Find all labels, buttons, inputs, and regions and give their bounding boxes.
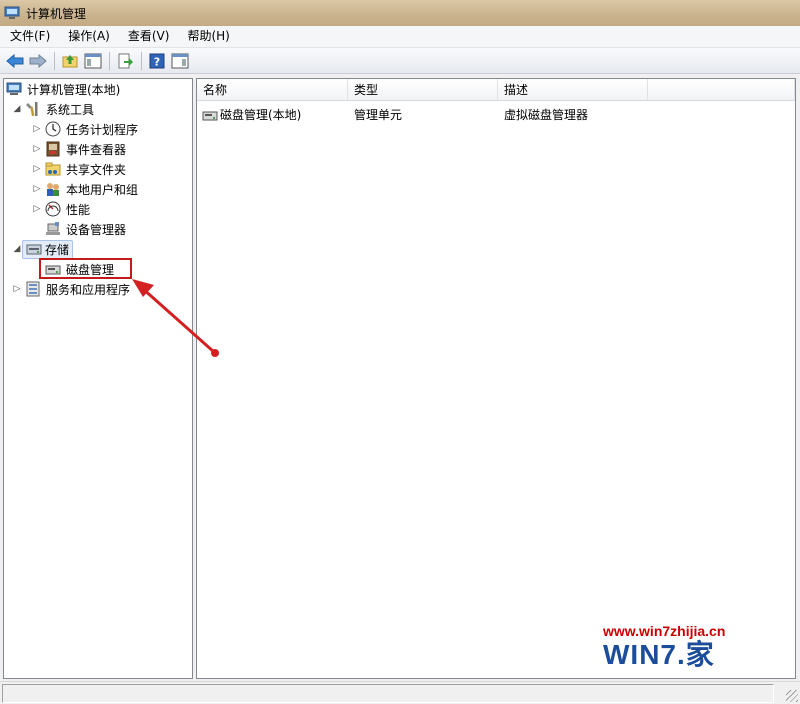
cell-name: 磁盘管理(本地) bbox=[220, 108, 302, 122]
tree-item-storage[interactable]: ◢ 存储 bbox=[12, 239, 74, 259]
watermark-url: www.win7zhijia.cn bbox=[603, 623, 726, 639]
column-header-empty bbox=[648, 79, 795, 101]
tree-item-services-apps[interactable]: ▷ 服务和应用程序 bbox=[12, 279, 132, 299]
resize-grip-icon[interactable] bbox=[786, 690, 798, 702]
tree-label: 性能 bbox=[66, 202, 91, 217]
show-hide-action-pane-button[interactable] bbox=[169, 50, 191, 72]
properties-icon bbox=[171, 53, 189, 68]
svg-text:?: ? bbox=[154, 55, 160, 68]
back-button[interactable] bbox=[4, 50, 26, 72]
expanded-arrow-icon[interactable]: ◢ bbox=[12, 244, 22, 254]
menu-file[interactable]: 文件(F) bbox=[2, 26, 58, 47]
status-bar bbox=[0, 681, 800, 704]
computer-management-icon bbox=[4, 6, 20, 19]
computer-management-icon bbox=[6, 82, 22, 95]
tree-label: 共享文件夹 bbox=[66, 162, 127, 177]
clock-icon bbox=[45, 121, 61, 137]
collapsed-arrow-icon[interactable]: ▷ bbox=[32, 184, 42, 194]
device-manager-icon bbox=[46, 222, 60, 235]
up-one-level-button[interactable] bbox=[59, 50, 81, 72]
status-cell bbox=[2, 684, 774, 703]
tree-item-event-viewer[interactable]: ▷ 事件查看器 bbox=[32, 139, 128, 159]
tree-label: 本地用户和组 bbox=[66, 182, 139, 197]
help-button[interactable]: ? bbox=[146, 50, 168, 72]
tools-icon bbox=[26, 102, 38, 117]
users-icon bbox=[47, 183, 59, 196]
menu-action[interactable]: 操作(A) bbox=[60, 26, 118, 47]
storage-selection: 存储 bbox=[22, 239, 74, 259]
column-header-name[interactable]: 名称 bbox=[197, 79, 348, 101]
forward-icon bbox=[29, 53, 47, 68]
export-list-button[interactable] bbox=[114, 50, 136, 72]
menu-bar: 文件(F) 操作(A) 查看(V) 帮助(H) bbox=[0, 26, 800, 48]
list-item[interactable]: 磁盘管理(本地) 管理单元 虚拟磁盘管理器 bbox=[197, 105, 795, 125]
tree-label: 服务和应用程序 bbox=[46, 282, 131, 297]
show-hide-tree-icon bbox=[84, 53, 102, 68]
show-hide-console-tree-button[interactable] bbox=[82, 50, 104, 72]
watermark-logo: WIN7.家 bbox=[603, 639, 715, 670]
event-viewer-icon bbox=[46, 141, 60, 157]
forward-button[interactable] bbox=[27, 50, 49, 72]
toolbar-separator bbox=[109, 51, 110, 70]
tree-item-system-tools[interactable]: ◢ 系统工具 bbox=[12, 99, 96, 119]
disk-management-icon bbox=[202, 111, 218, 121]
tree-item-local-users[interactable]: ▷ 本地用户和组 bbox=[32, 179, 140, 199]
tree-label: 存储 bbox=[45, 242, 70, 257]
collapsed-arrow-icon[interactable]: ▷ bbox=[32, 124, 42, 134]
collapsed-arrow-icon[interactable]: ▷ bbox=[12, 284, 22, 294]
collapsed-arrow-icon[interactable]: ▷ bbox=[32, 204, 42, 214]
services-icon bbox=[26, 281, 40, 297]
up-folder-icon bbox=[62, 54, 78, 67]
title-bar: 计算机管理 bbox=[0, 0, 800, 26]
tree-label: 事件查看器 bbox=[66, 142, 127, 157]
console-tree: 计算机管理(本地) ◢ 系统工具 ▷ 任务计划程序 ▷ 事件查看器 ▷ 共享文件… bbox=[3, 78, 193, 679]
back-icon bbox=[6, 53, 24, 68]
tree-item-performance[interactable]: ▷ 性能 bbox=[32, 199, 92, 219]
tree-label: 任务计划程序 bbox=[66, 122, 139, 137]
cell-description: 虚拟磁盘管理器 bbox=[504, 108, 589, 122]
tree-label: 计算机管理(本地) bbox=[27, 82, 121, 97]
tree-item-device-manager[interactable]: 设备管理器 bbox=[42, 219, 128, 239]
tree-label: 设备管理器 bbox=[66, 222, 127, 237]
help-icon: ? bbox=[149, 53, 165, 68]
toolbar-separator bbox=[54, 51, 55, 70]
cell-type: 管理单元 bbox=[354, 108, 403, 122]
menu-help[interactable]: 帮助(H) bbox=[179, 26, 237, 47]
tree-label: 系统工具 bbox=[46, 102, 95, 117]
gauge-icon bbox=[45, 201, 61, 217]
storage-icon bbox=[26, 244, 42, 255]
tree-item-shared-folders[interactable]: ▷ 共享文件夹 bbox=[32, 159, 128, 179]
tree-item-root[interactable]: 计算机管理(本地) bbox=[6, 79, 122, 99]
watermark: www.win7zhijia.cn WIN7.家 bbox=[603, 623, 793, 678]
window-title: 计算机管理 bbox=[26, 6, 87, 21]
expanded-arrow-icon[interactable]: ◢ bbox=[12, 104, 22, 114]
annotation-highlight-box bbox=[39, 258, 132, 279]
column-header-type[interactable]: 类型 bbox=[348, 79, 498, 101]
toolbar: ? bbox=[0, 48, 800, 74]
export-icon bbox=[118, 53, 133, 68]
shared-folder-icon bbox=[45, 162, 61, 176]
collapsed-arrow-icon[interactable]: ▷ bbox=[32, 164, 42, 174]
tree-item-task-scheduler[interactable]: ▷ 任务计划程序 bbox=[32, 119, 140, 139]
results-pane: 名称 类型 描述 磁盘管理(本地) 管理单元 虚拟磁盘管理器 www.win7z… bbox=[196, 78, 796, 679]
toolbar-separator bbox=[141, 51, 142, 70]
menu-view[interactable]: 查看(V) bbox=[120, 26, 178, 47]
column-header-description[interactable]: 描述 bbox=[498, 79, 648, 101]
collapsed-arrow-icon[interactable]: ▷ bbox=[32, 144, 42, 154]
